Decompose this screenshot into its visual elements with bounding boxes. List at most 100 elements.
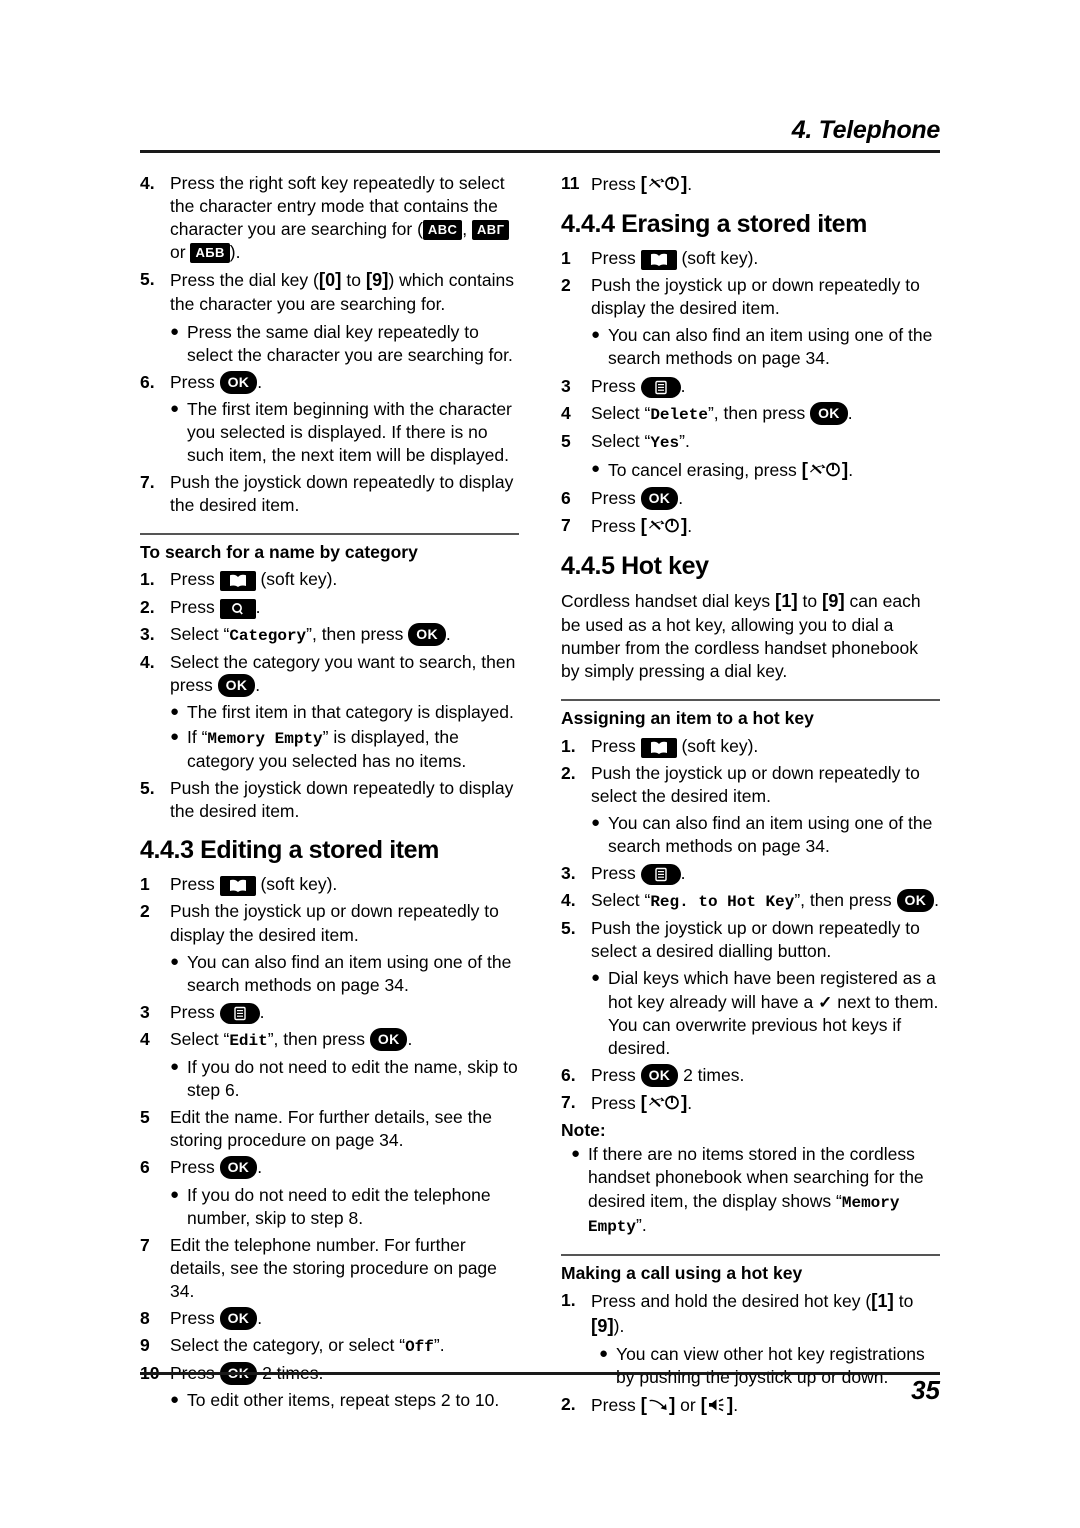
step-text: to bbox=[893, 1290, 914, 1311]
bullet-item: ● If there are no items stored in the co… bbox=[561, 1143, 940, 1237]
step-text: Edit the telephone number. For further d… bbox=[170, 1234, 497, 1301]
step-text: (soft key). bbox=[255, 874, 338, 895]
manual-page: 4. Telephone 4. Press the right soft key… bbox=[0, 0, 1080, 1528]
bullet-text-pre: If “ bbox=[187, 727, 208, 747]
bullet-text: If “Memory Empty” is displayed, the cate… bbox=[187, 726, 519, 773]
step-item: 3. Select “Category”, then press OK. bbox=[140, 622, 519, 647]
step-number: 1 bbox=[140, 874, 150, 895]
step-text: Press bbox=[170, 1001, 220, 1022]
display-text: Yes bbox=[650, 433, 680, 452]
step-item: 5. Press the dial key ([0] to [9]) which… bbox=[140, 268, 519, 316]
step-item: 4 Select “Delete”, then press OK. bbox=[561, 401, 940, 426]
phonebook-icon bbox=[640, 250, 677, 271]
section-heading-block: Making a call using a hot key bbox=[561, 1253, 940, 1283]
step-number: 1 bbox=[561, 248, 571, 269]
step-body: Press (soft key). bbox=[170, 568, 519, 592]
step-number: 7. bbox=[140, 472, 155, 493]
step-text: Press bbox=[170, 569, 220, 590]
step-item: 7. Push the joystick down repeatedly to … bbox=[140, 471, 519, 517]
step-text: (soft key). bbox=[676, 735, 759, 756]
step-body: Press OK. bbox=[170, 1156, 519, 1180]
step-text: Press bbox=[591, 487, 641, 508]
bullet-dot: ● bbox=[170, 1058, 180, 1076]
bullet-text: You can also find an item using one of t… bbox=[608, 325, 933, 369]
ok-button-icon: OK bbox=[810, 401, 848, 425]
step-item: 1. Press (soft key). bbox=[561, 735, 940, 758]
step-text: Push the joystick up or down repeatedly … bbox=[591, 275, 920, 319]
display-text: Edit bbox=[229, 1031, 268, 1050]
step-body: Press []. bbox=[591, 516, 693, 538]
step-body: Press (soft key). bbox=[591, 735, 940, 758]
step-text: . bbox=[257, 371, 263, 392]
step-number: 6 bbox=[140, 1157, 150, 1178]
step-number: 2 bbox=[561, 275, 571, 296]
note-label: Note: bbox=[561, 1120, 606, 1141]
step-body: Select “Reg. to Hot Key”, then press OK. bbox=[591, 889, 940, 913]
editing-section-heading: 4.4.3 Editing a stored item bbox=[140, 836, 440, 865]
step-text: Press and hold the desired hot key ( bbox=[591, 1290, 872, 1311]
step-number: 2 bbox=[140, 901, 150, 922]
hotkey-section-heading: 4.4.5 Hot key bbox=[561, 552, 709, 581]
page-number: 35 bbox=[911, 1375, 940, 1405]
step-text: 2 times. bbox=[678, 1065, 745, 1086]
step-number: 3. bbox=[561, 863, 576, 884]
bullet-text: The first item in that category is displ… bbox=[187, 701, 514, 722]
step-body: Select “Edit”, then press OK. bbox=[170, 1027, 519, 1052]
step-number: 6 bbox=[561, 487, 571, 508]
left-column: 4. Press the right soft key repeatedly t… bbox=[140, 168, 519, 1422]
section-divider bbox=[561, 699, 940, 702]
step-item: 4. Press the right soft key repeatedly t… bbox=[140, 172, 519, 264]
bullet-dot: ● bbox=[170, 702, 180, 720]
step-number: 9 bbox=[140, 1335, 150, 1356]
bullet-text: If you do not need to edit the telephone… bbox=[187, 1184, 491, 1228]
section-divider bbox=[561, 1253, 940, 1256]
right-column: 11 Press []. 4.4.4 Erasing a stored item… bbox=[561, 168, 940, 1422]
checkmark-icon: ✓ bbox=[818, 992, 833, 1012]
step-item: 5. Push the joystick up or down repeated… bbox=[561, 917, 940, 963]
step-text: Press bbox=[591, 863, 641, 884]
step-text: Press bbox=[591, 516, 641, 537]
off-power-icon bbox=[808, 462, 842, 478]
step-text: ”, then press bbox=[707, 402, 811, 423]
step-number: 5. bbox=[140, 778, 155, 799]
step-number: 1. bbox=[140, 569, 155, 590]
step-text: . bbox=[687, 1093, 693, 1114]
section-heading-block: To search for a name by category bbox=[140, 533, 519, 562]
step-text: . bbox=[257, 1157, 263, 1178]
bullet-dot: ● bbox=[170, 399, 180, 417]
erasing-section-heading: 4.4.4 Erasing a stored item bbox=[561, 210, 867, 239]
bullet-item: ● The first item beginning with the char… bbox=[140, 398, 519, 467]
off-power-icon bbox=[647, 518, 681, 534]
step-text: Press bbox=[591, 174, 641, 194]
step-text: Push the joystick up or down repeatedly … bbox=[591, 762, 920, 806]
step-item: 5 Select “Yes”. bbox=[561, 430, 940, 454]
step-item: 7 Edit the telephone number. For further… bbox=[140, 1234, 519, 1303]
bullet-item: ● The first item in that category is dis… bbox=[140, 701, 519, 724]
bullet-item: ● Dial keys which have been registered a… bbox=[561, 967, 940, 1060]
step-number: 11 bbox=[561, 173, 580, 193]
step-number: 6. bbox=[561, 1065, 576, 1086]
abc-latin-chip: ABC bbox=[422, 220, 463, 241]
bullet-dot: ● bbox=[571, 1145, 581, 1163]
display-text: Off bbox=[405, 1338, 434, 1357]
ok-button-icon: OK bbox=[640, 1064, 679, 1088]
step-item: 3 Press . bbox=[561, 375, 940, 398]
step-body: Press (soft key). bbox=[591, 247, 940, 271]
bullet-item: ● You can also find an item using one of… bbox=[140, 951, 519, 997]
step-text: . bbox=[407, 1028, 413, 1049]
phonebook-icon bbox=[219, 571, 256, 592]
step-body: Press OK. bbox=[170, 370, 519, 394]
step-text: or bbox=[170, 242, 191, 263]
step-body: Press the dial key ([0] to [9]) which co… bbox=[170, 270, 514, 315]
step-text: Press bbox=[170, 1308, 220, 1328]
page-header: 4. Telephone bbox=[140, 118, 940, 153]
step-number: 3. bbox=[140, 623, 155, 644]
bullet-dot: ● bbox=[170, 952, 180, 970]
step-text: to bbox=[341, 270, 366, 291]
bullet-dot: ● bbox=[170, 728, 180, 745]
bullet-text-pre: To cancel erasing, press bbox=[608, 459, 802, 480]
step-number: 8 bbox=[140, 1308, 150, 1328]
bullet-text: If there are no items stored in the cord… bbox=[588, 1143, 940, 1237]
step-text: Press the dial key ( bbox=[170, 270, 319, 291]
step-body: Press []. bbox=[591, 174, 693, 195]
